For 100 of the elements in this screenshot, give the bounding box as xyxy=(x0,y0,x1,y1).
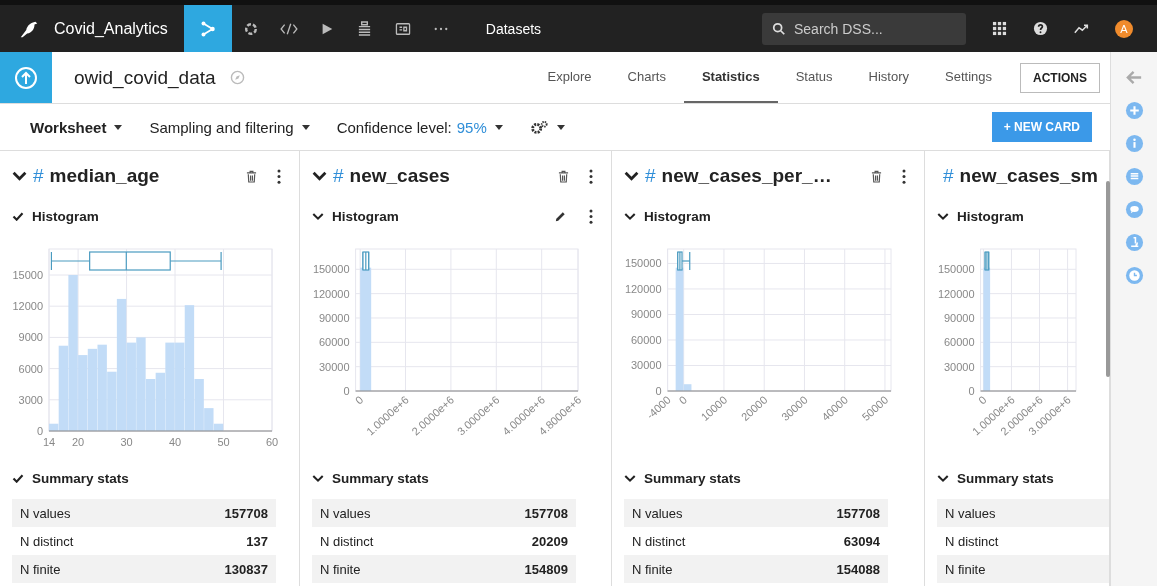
scrollbar[interactable] xyxy=(1106,181,1110,377)
section-title: Summary stats xyxy=(644,470,741,486)
axis-tick-label: 150000 xyxy=(937,263,975,276)
project-name[interactable]: Covid_Analytics xyxy=(54,19,168,38)
help-icon[interactable] xyxy=(1033,21,1048,36)
section-title: Summary stats xyxy=(957,470,1054,486)
chevron-icon[interactable] xyxy=(624,211,636,221)
stat-name: N distinct xyxy=(632,533,686,549)
axis-tick-label: 30000 xyxy=(944,360,975,373)
settings-dropdown[interactable] xyxy=(529,119,565,135)
dataset-tab[interactable]: Explore xyxy=(529,52,610,103)
stat-name: N distinct xyxy=(20,533,74,549)
check-icon[interactable] xyxy=(12,473,24,483)
apps-grid-icon[interactable] xyxy=(992,21,1007,36)
axis-tick-label: 0 xyxy=(36,425,43,437)
axis-tick-label: 90000 xyxy=(319,311,350,324)
stat-name: N finite xyxy=(945,561,986,577)
confidence-value: 95% xyxy=(456,118,487,136)
stat-name: N distinct xyxy=(945,533,999,549)
trash-icon[interactable] xyxy=(871,169,882,183)
axis-tick-label: 50 xyxy=(217,436,230,448)
caret-icon xyxy=(494,124,503,130)
axis-tick-label: 60000 xyxy=(631,334,662,346)
axis-tick-label: 0 xyxy=(655,385,662,397)
axis-tick-label: 20 xyxy=(71,436,85,448)
caret-icon xyxy=(556,124,565,130)
trash-icon[interactable] xyxy=(246,169,257,183)
stat-value: 154809 xyxy=(524,561,568,577)
chevron-icon[interactable] xyxy=(12,171,27,181)
column-title: new_cases xyxy=(349,165,450,187)
numeric-type-icon: # xyxy=(333,165,344,187)
stat-name: N values xyxy=(945,505,996,521)
chevron-icon[interactable] xyxy=(624,473,636,483)
chevron-icon[interactable] xyxy=(937,473,949,483)
boxplot-drawing xyxy=(984,251,990,271)
axis-tick-label: 12000 xyxy=(12,300,43,313)
axis-tick-label: 0 xyxy=(352,393,366,407)
section-title: Histogram xyxy=(644,208,711,224)
trend-icon[interactable] xyxy=(1074,21,1089,36)
axis-tick-label: 150000 xyxy=(624,257,662,270)
axis-tick-label: 9000 xyxy=(18,331,43,344)
chevron-icon[interactable] xyxy=(937,211,949,221)
column-title: new_cases_per_… xyxy=(661,165,832,187)
section-title: Histogram xyxy=(957,208,1024,224)
axis-tick-label: 0 xyxy=(343,385,350,397)
stat-value: 137 xyxy=(246,533,268,549)
axis-tick-label: 3000 xyxy=(18,393,43,406)
search-field[interactable]: Search DSS... xyxy=(762,12,966,45)
section-title: Summary stats xyxy=(32,470,129,486)
stat-value: 154088 xyxy=(836,561,880,577)
stat-value: 63094 xyxy=(843,533,880,549)
axis-tick-label: 30000 xyxy=(319,360,350,373)
dataset-tab[interactable]: Charts xyxy=(609,52,684,103)
stat-name: N finite xyxy=(20,561,61,577)
stat-value: 157708 xyxy=(524,505,568,521)
axis-tick-label: 60000 xyxy=(944,336,975,349)
numeric-type-icon: # xyxy=(943,165,954,187)
worksheet-dropdown[interactable]: Worksheet xyxy=(30,118,123,136)
dataset-tab[interactable]: Statistics xyxy=(683,52,778,103)
stat-value: 130837 xyxy=(224,561,268,577)
dataset-tab[interactable]: History xyxy=(850,52,927,103)
stat-name: N values xyxy=(320,505,371,521)
dataset-tab[interactable]: Status xyxy=(777,52,851,103)
datasets-menu[interactable]: Datasets xyxy=(485,20,542,37)
kebab-menu-icon[interactable] xyxy=(589,208,593,224)
code-icon xyxy=(278,21,299,36)
chevron-icon[interactable] xyxy=(312,211,324,221)
axis-tick-label: 40 xyxy=(168,436,182,448)
trash-icon[interactable] xyxy=(558,169,569,183)
kebab-menu-icon[interactable] xyxy=(902,168,906,184)
sampling-dropdown[interactable]: Sampling and filtering xyxy=(149,118,310,136)
stat-value: 157708 xyxy=(836,505,880,521)
stat-value: 20209 xyxy=(531,533,568,549)
column-title: median_age xyxy=(49,165,160,187)
dataset-tab[interactable]: Settings xyxy=(927,52,1010,103)
kebab-menu-icon[interactable] xyxy=(589,168,593,184)
actions-button[interactable]: ACTIONS xyxy=(1020,62,1100,93)
axis-tick-label: 15000 xyxy=(12,269,43,281)
axis-tick-label: 60000 xyxy=(319,336,350,349)
confidence-dropdown[interactable]: Confidence level: 95% xyxy=(336,118,503,136)
column-title: new_cases_sm xyxy=(959,165,1098,187)
axis-tick-label: 0 xyxy=(968,385,975,397)
gears-icon xyxy=(529,119,549,135)
toolbar-button[interactable] xyxy=(183,5,232,52)
kebab-menu-icon[interactable] xyxy=(277,168,281,184)
axis-tick-label: 0 xyxy=(676,393,690,407)
axis-tick-label: 30000 xyxy=(631,359,662,372)
axis-tick-label: 90000 xyxy=(631,308,662,321)
check-icon[interactable] xyxy=(12,211,24,221)
stat-name: N values xyxy=(20,505,71,521)
section-title: Histogram xyxy=(332,208,399,224)
confidence-label: Confidence level: xyxy=(336,118,452,136)
chevron-icon[interactable] xyxy=(312,473,324,483)
ring-icon xyxy=(242,20,259,37)
chevron-icon[interactable] xyxy=(624,171,639,181)
numeric-type-icon: # xyxy=(645,165,656,187)
boxplot-drawing xyxy=(362,251,370,271)
axis-tick-label: 120000 xyxy=(624,282,662,295)
axis-tick-label: 120000 xyxy=(312,287,350,300)
chevron-icon[interactable] xyxy=(312,171,327,181)
